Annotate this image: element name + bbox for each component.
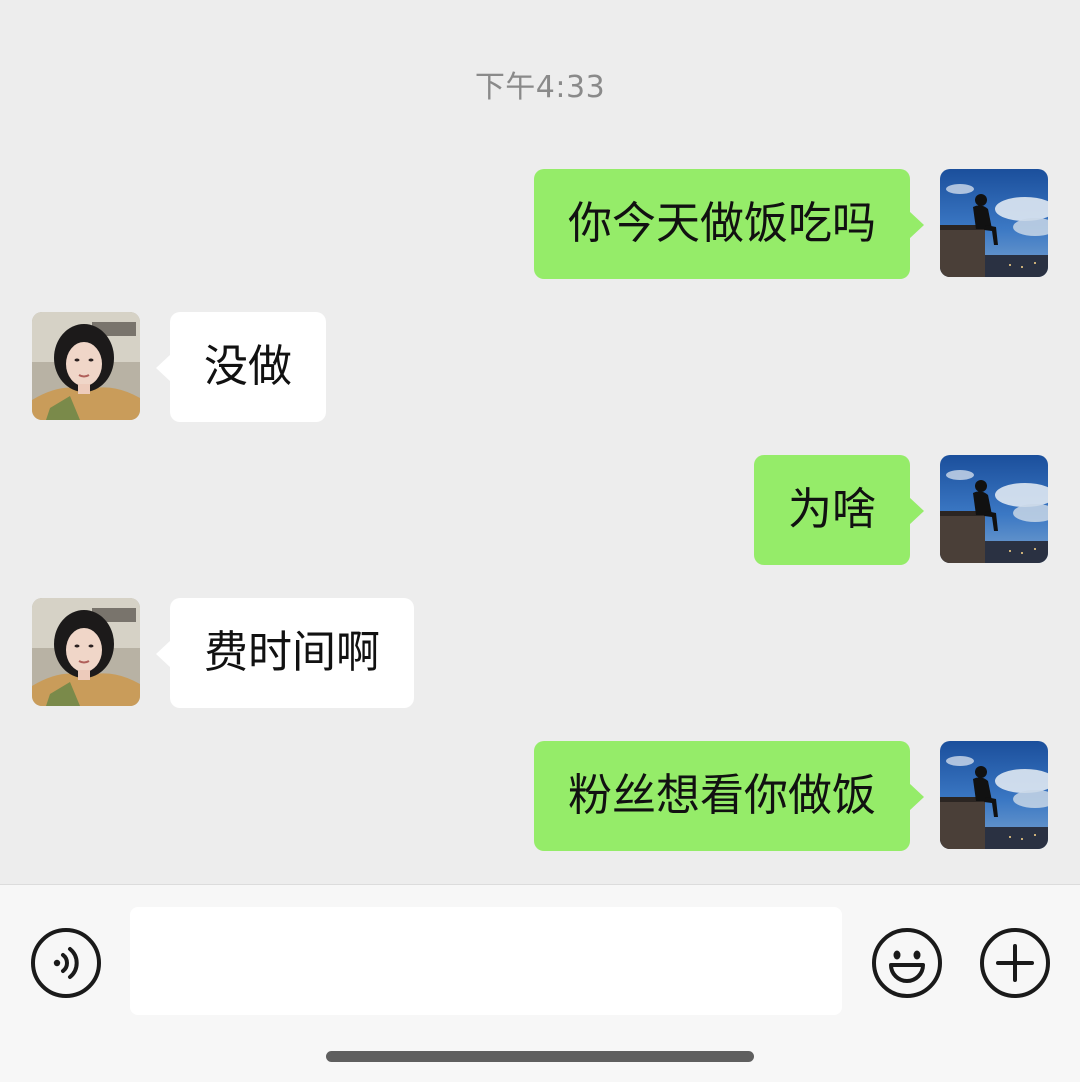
contact-avatar[interactable] [32,598,140,706]
chat-input-bar [0,884,1080,1082]
message-timestamp: 下午4:33 [474,70,606,105]
user-avatar[interactable] [940,169,1048,277]
message-row-sent: 为啥 [0,455,1080,567]
more-options-button[interactable] [979,927,1051,999]
voice-button[interactable] [30,927,102,999]
message-row-received: 没做 [0,312,1080,424]
received-message-bubble[interactable]: 没做 [156,312,326,422]
message-list[interactable]: 下午4:33 你今天做饭吃吗 没做 为啥 费时间啊 粉丝想看你做饭 [0,0,1080,884]
sent-message-bubble[interactable]: 为啥 [754,455,924,565]
user-avatar[interactable] [940,455,1048,563]
message-row-received: 费时间啊 [0,598,1080,710]
chat-screen: 下午4:33 你今天做饭吃吗 没做 为啥 费时间啊 粉丝想看你做饭 [0,0,1080,1082]
message-row-sent: 你今天做饭吃吗 [0,169,1080,281]
plus-icon [980,928,1050,998]
emoji-icon [872,928,942,998]
emoji-button[interactable] [871,927,943,999]
message-row-sent: 粉丝想看你做饭 [0,741,1080,853]
message-input[interactable] [130,907,842,1015]
sent-message-bubble[interactable]: 粉丝想看你做饭 [534,741,924,851]
sent-message-bubble[interactable]: 你今天做饭吃吗 [534,169,924,279]
home-indicator[interactable] [326,1051,754,1062]
voice-icon [31,928,101,998]
contact-avatar[interactable] [32,312,140,420]
user-avatar[interactable] [940,741,1048,849]
received-message-bubble[interactable]: 费时间啊 [156,598,414,708]
